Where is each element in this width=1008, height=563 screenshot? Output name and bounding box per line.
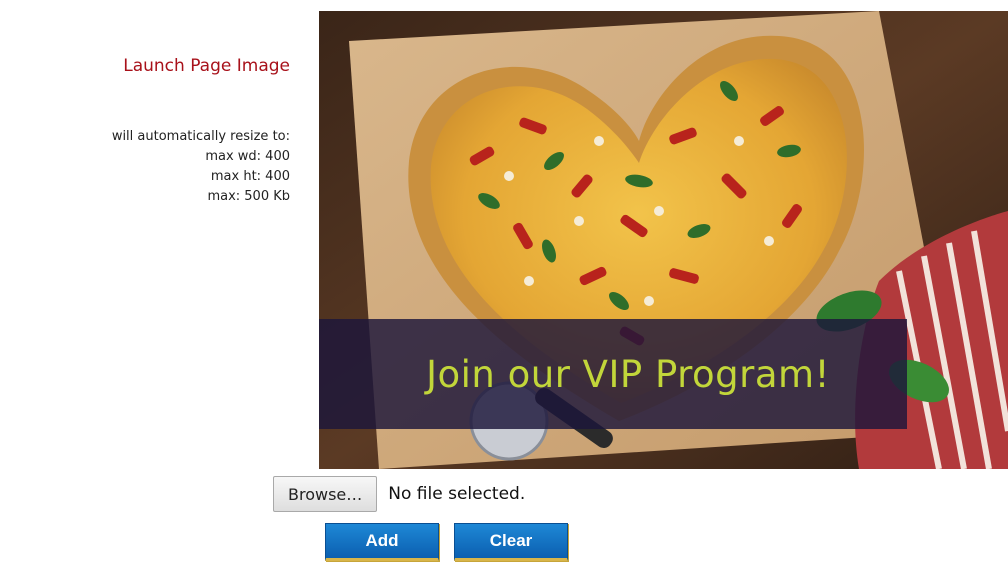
launch-image-preview: Join our VIP Program! xyxy=(319,11,1008,469)
resize-hint-intro: will automatically resize to: xyxy=(111,129,290,144)
resize-hint-max-height: max ht: 400 xyxy=(210,169,290,184)
section-title: Launch Page Image xyxy=(123,56,290,76)
resize-hints: will automatically resize to: max wd: 40… xyxy=(112,127,290,207)
clear-button[interactable]: Clear xyxy=(454,523,568,561)
resize-hint-max-width: max wd: 400 xyxy=(205,149,290,164)
vip-banner-text: Join our VIP Program! xyxy=(426,352,830,396)
browse-button[interactable]: Browse… xyxy=(273,476,378,512)
vip-banner: Join our VIP Program! xyxy=(319,319,907,429)
add-button[interactable]: Add xyxy=(325,523,439,561)
launch-image-form: Launch Page Image will automatically res… xyxy=(0,0,1008,563)
action-buttons: Add Clear xyxy=(325,523,568,561)
file-status-text: No file selected. xyxy=(388,484,526,504)
file-input: Browse… No file selected. xyxy=(273,476,525,512)
resize-hint-max-size: max: 500 Kb xyxy=(207,189,290,204)
